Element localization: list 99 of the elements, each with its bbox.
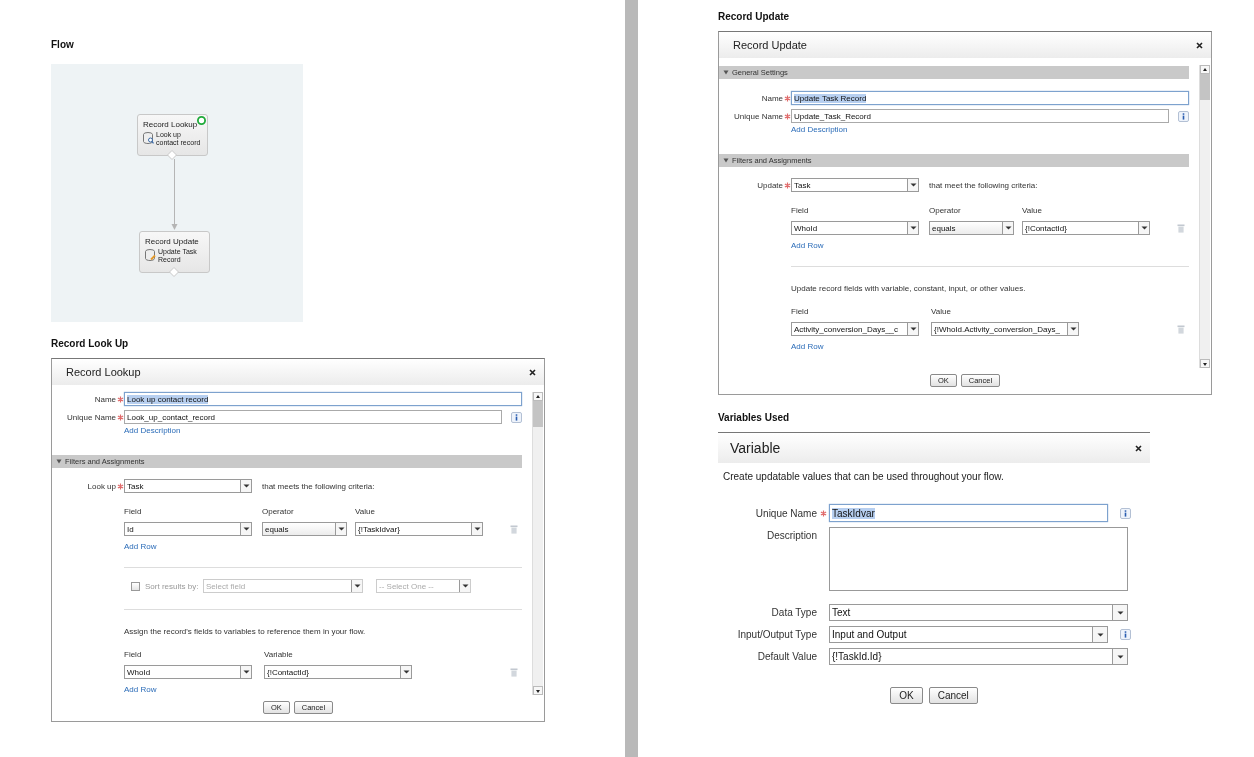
database-edit-icon bbox=[145, 249, 156, 261]
field-label: Unique Name bbox=[66, 412, 116, 422]
column-label: Value bbox=[355, 507, 376, 516]
dialog-button[interactable]: Cancel bbox=[928, 687, 978, 704]
add-description-link[interactable]: Add Description bbox=[791, 125, 848, 134]
dialog-title: Variable bbox=[730, 440, 781, 456]
caret-icon bbox=[909, 327, 917, 331]
column-label: Field bbox=[124, 507, 143, 516]
info-icon[interactable] bbox=[1120, 629, 1131, 640]
dropdown[interactable]: WhoId bbox=[124, 665, 252, 679]
dropdown[interactable]: Input and Output bbox=[829, 626, 1108, 643]
connector-arrow bbox=[171, 159, 178, 231]
expand-icon[interactable] bbox=[56, 458, 62, 465]
field-label: Name bbox=[93, 394, 116, 404]
expand-icon[interactable] bbox=[723, 157, 729, 164]
text-input[interactable]: TaskIdvar bbox=[829, 504, 1108, 522]
dropdown[interactable]: Task bbox=[124, 479, 252, 493]
dropdown[interactable]: Text bbox=[829, 604, 1128, 621]
connector-handle[interactable] bbox=[169, 267, 179, 277]
criteria-text: that meet the following criteria: bbox=[929, 180, 1038, 190]
expand-icon[interactable] bbox=[723, 69, 729, 76]
dropdown[interactable]: equals bbox=[262, 522, 347, 536]
info-icon[interactable] bbox=[511, 411, 522, 423]
caret-icon bbox=[1116, 654, 1124, 659]
section-heading: Variables Used bbox=[718, 412, 791, 424]
caret-icon bbox=[473, 527, 481, 531]
field-label: Data Type bbox=[770, 607, 817, 618]
column-label: Operator bbox=[262, 507, 295, 516]
instruction-text: Assign the record's fields to variables to reference them in your flow. bbox=[124, 627, 367, 636]
field-label: Look up bbox=[86, 481, 116, 491]
caret-icon bbox=[1116, 610, 1124, 615]
dropdown[interactable]: equals bbox=[929, 221, 1014, 235]
add-row-link[interactable]: Add Row bbox=[791, 342, 824, 351]
dialog-title: Record Update bbox=[733, 39, 807, 51]
dialog-title: Record Lookup bbox=[66, 366, 141, 378]
caret-icon bbox=[1096, 632, 1104, 637]
dialog-button[interactable]: OK bbox=[890, 687, 923, 704]
add-row-link[interactable]: Add Row bbox=[124, 542, 157, 551]
caret-icon bbox=[1004, 226, 1012, 230]
text-input[interactable]: Look_up_contact_record bbox=[124, 410, 502, 424]
text-input[interactable]: Update Task Record bbox=[791, 91, 1189, 105]
intro-text: Create updatable values that can be used throughout your flow. bbox=[723, 471, 1005, 482]
field-label: Update bbox=[756, 180, 783, 190]
info-icon[interactable] bbox=[1178, 110, 1189, 122]
column-label: Variable bbox=[264, 650, 293, 659]
close-icon[interactable] bbox=[529, 368, 536, 376]
dropdown[interactable]: {!ContactId} bbox=[264, 665, 412, 679]
dropdown[interactable]: Task bbox=[791, 178, 919, 192]
column-label: Value bbox=[1022, 206, 1043, 215]
dropdown[interactable]: {!TaskIdvar} bbox=[355, 522, 483, 536]
section-heading: Record Look Up bbox=[51, 338, 130, 350]
caret-icon bbox=[1140, 226, 1148, 230]
caret-icon bbox=[242, 484, 250, 488]
field-label: Name bbox=[760, 93, 783, 103]
column-label: Value bbox=[931, 307, 951, 316]
caret-icon bbox=[402, 670, 410, 674]
scrollbar[interactable] bbox=[532, 392, 543, 695]
connector-handle[interactable] bbox=[167, 150, 177, 160]
add-row-link[interactable]: Add Row bbox=[124, 685, 157, 694]
caret-icon bbox=[353, 584, 361, 588]
scrollbar[interactable] bbox=[1199, 65, 1210, 368]
dropdown[interactable]: WhoId bbox=[791, 221, 919, 235]
dropdown[interactable]: Id bbox=[124, 522, 252, 536]
section-heading: Record Update bbox=[718, 11, 791, 23]
close-icon[interactable] bbox=[1135, 444, 1142, 452]
column-label: Field bbox=[124, 650, 143, 659]
column-label: Field bbox=[791, 307, 810, 316]
node-title: Record Lookup bbox=[143, 120, 199, 130]
instruction-text: Update record fields with variable, constant, input, or other values. bbox=[791, 284, 1027, 293]
caret-icon bbox=[909, 226, 917, 230]
close-icon[interactable] bbox=[1196, 41, 1203, 49]
add-row-link[interactable]: Add Row bbox=[791, 241, 824, 250]
caret-icon bbox=[242, 527, 250, 531]
add-description-link[interactable]: Add Description bbox=[124, 426, 181, 435]
node-title: Record Update bbox=[145, 237, 200, 247]
column-label: Operator bbox=[929, 206, 962, 215]
database-search-icon bbox=[143, 132, 154, 144]
field-label: Description bbox=[765, 530, 817, 541]
column-label: Field bbox=[791, 206, 810, 215]
info-icon[interactable] bbox=[1120, 507, 1131, 519]
caret-icon bbox=[242, 670, 250, 674]
dropdown[interactable]: {!WhoId.Activity_conversion_Days_ bbox=[931, 322, 1079, 336]
sort-label: Sort results by: bbox=[145, 581, 200, 591]
field-label: Default Value bbox=[756, 651, 817, 662]
text-input[interactable]: Look up contact record bbox=[124, 392, 522, 406]
caret-icon bbox=[461, 584, 469, 588]
section-heading: Flow bbox=[51, 39, 75, 51]
text-area[interactable] bbox=[829, 527, 1128, 591]
dropdown[interactable]: {!ContactId} bbox=[1022, 221, 1150, 235]
caret-icon bbox=[909, 183, 917, 187]
field-label: Unique Name bbox=[733, 111, 783, 121]
caret-icon bbox=[1069, 327, 1077, 331]
field-label: Unique Name bbox=[754, 507, 817, 519]
field-label: Input/Output Type bbox=[736, 629, 817, 640]
dropdown[interactable]: {!TaskId.Id} bbox=[829, 648, 1128, 665]
criteria-text: that meets the following criteria: bbox=[262, 481, 375, 491]
dropdown[interactable]: Activity_conversion_Days__c bbox=[791, 322, 919, 336]
caret-icon bbox=[337, 527, 345, 531]
text-input[interactable]: Update_Task_Record bbox=[791, 109, 1169, 123]
